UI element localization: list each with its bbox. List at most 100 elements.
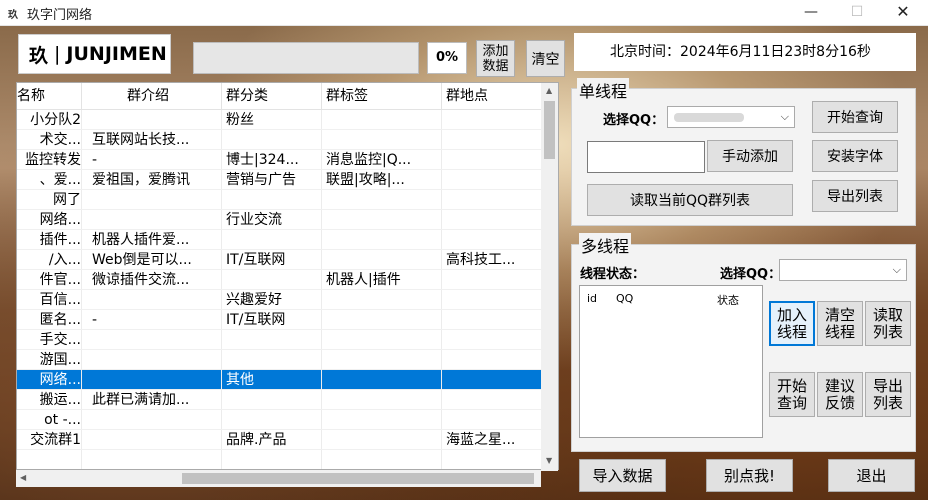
table-row[interactable]: 搬运... 此群已满请加... bbox=[17, 390, 558, 410]
table-cell bbox=[322, 450, 442, 469]
table-row[interactable]: 网络... 其他 bbox=[17, 370, 558, 390]
table-row[interactable]: 手交... bbox=[17, 330, 558, 350]
add-data-button[interactable]: 添加 数据 bbox=[476, 40, 515, 77]
manual-add-button[interactable]: 手动添加 bbox=[707, 140, 793, 172]
table-cell bbox=[322, 290, 442, 309]
table-row[interactable]: 网络... 行业交流 bbox=[17, 210, 558, 230]
feedback-button[interactable]: 建议 反馈 bbox=[817, 372, 863, 417]
table-row[interactable]: 小分队2 粉丝 bbox=[17, 110, 558, 130]
table-cell: IT/互联网 bbox=[222, 250, 322, 269]
table-cell: 插件... bbox=[17, 230, 82, 249]
table-cell bbox=[222, 350, 322, 369]
table-cell bbox=[322, 250, 442, 269]
table-cell bbox=[322, 370, 442, 389]
table-cell: 机器人插件爱... bbox=[82, 230, 222, 249]
import-data-button[interactable]: 导入数据 bbox=[579, 459, 666, 492]
single-qq-select[interactable]: ⌵ bbox=[667, 106, 795, 128]
table-cell: 互联网站长技... bbox=[82, 130, 222, 149]
scroll-up-icon[interactable]: ▲ bbox=[546, 86, 552, 95]
table-cell: 网络... bbox=[17, 210, 82, 229]
table-cell: 小分队2 bbox=[17, 110, 82, 129]
table-cell bbox=[442, 210, 542, 229]
thread-list[interactable]: id QQ 状态 bbox=[579, 285, 763, 438]
add-thread-button[interactable]: 加入 线程 bbox=[769, 301, 815, 346]
export-list-button[interactable]: 导出列表 bbox=[812, 180, 898, 212]
multi-export-list-button[interactable]: 导出 列表 bbox=[865, 372, 911, 417]
table-row[interactable]: 匿名... - IT/互联网 bbox=[17, 310, 558, 330]
table-cell bbox=[322, 430, 442, 449]
table-cell bbox=[442, 170, 542, 189]
horizontal-scrollbar[interactable]: ◀ bbox=[16, 470, 541, 487]
table-cell bbox=[222, 330, 322, 349]
table-cell: /入... bbox=[17, 250, 82, 269]
table-cell bbox=[322, 330, 442, 349]
scroll-left-icon[interactable]: ◀ bbox=[20, 473, 26, 482]
logo-text: JUNJIMEN bbox=[66, 43, 167, 65]
table-cell: 此群已满请加... bbox=[82, 390, 222, 409]
table-row[interactable]: 监控转发 - 博士|324... 消息监控|Q... bbox=[17, 150, 558, 170]
dont-click-me-button[interactable]: 别点我! bbox=[706, 459, 793, 492]
multi-start-query-button[interactable]: 开始 查询 bbox=[769, 372, 815, 417]
table-cell bbox=[82, 210, 222, 229]
table-cell bbox=[442, 390, 542, 409]
table-row[interactable]: 游国... bbox=[17, 350, 558, 370]
table-row[interactable]: ot -... bbox=[17, 410, 558, 430]
column-header-intro[interactable]: 群介绍 bbox=[82, 83, 222, 109]
table-row[interactable]: 件官... 微谅插件交流... 机器人|插件 bbox=[17, 270, 558, 290]
install-font-button[interactable]: 安装字体 bbox=[812, 140, 898, 172]
read-list-button[interactable]: 读取 列表 bbox=[865, 301, 911, 346]
table-body: 小分队2 粉丝 术交... 互联网站长技... 监控转发 - 博士|324... 消息监控|Q… bbox=[17, 110, 558, 469]
start-query-button[interactable]: 开始查询 bbox=[812, 101, 898, 133]
manual-add-input[interactable] bbox=[587, 141, 705, 173]
column-header-name[interactable]: 名称 bbox=[17, 83, 82, 109]
multi-qq-select[interactable]: ⌵ bbox=[779, 259, 907, 281]
table-cell: 搬运... bbox=[17, 390, 82, 409]
column-header-location[interactable]: 群地点 bbox=[442, 83, 542, 109]
table-cell bbox=[17, 450, 82, 469]
table-cell: 高科技工... bbox=[442, 250, 542, 269]
maximize-icon[interactable]: ☐ bbox=[834, 0, 880, 26]
table-row[interactable]: 交流群1 品牌.产品 海蓝之星... bbox=[17, 430, 558, 450]
exit-button[interactable]: 退出 bbox=[828, 459, 915, 492]
vertical-scroll-thumb[interactable] bbox=[544, 101, 555, 159]
horizontal-scroll-thumb[interactable] bbox=[182, 473, 534, 484]
thread-status-label: 线程状态： bbox=[580, 267, 646, 282]
table-row[interactable]: 插件... 机器人插件爱... bbox=[17, 230, 558, 250]
table-cell bbox=[442, 270, 542, 289]
table-cell: 营销与广告 bbox=[222, 170, 322, 189]
thread-list-header-qq: QQ bbox=[616, 292, 634, 305]
table-row[interactable] bbox=[17, 450, 558, 469]
table-cell bbox=[322, 350, 442, 369]
clear-button[interactable]: 清空 bbox=[526, 40, 565, 77]
table-cell bbox=[442, 370, 542, 389]
table-cell: 手交... bbox=[17, 330, 82, 349]
table-cell: - bbox=[82, 150, 222, 169]
table-row[interactable]: 术交... 互联网站长技... bbox=[17, 130, 558, 150]
column-header-category[interactable]: 群分类 bbox=[222, 83, 322, 109]
table-cell bbox=[442, 290, 542, 309]
table-row[interactable]: 百信... 兴趣爱好 bbox=[17, 290, 558, 310]
clear-threads-button[interactable]: 清空 线程 bbox=[817, 301, 863, 346]
table-cell: IT/互联网 bbox=[222, 310, 322, 329]
minimize-icon[interactable]: — bbox=[788, 0, 834, 26]
table-row[interactable]: /入... Web倒是可以... IT/互联网 高科技工... bbox=[17, 250, 558, 270]
multi-thread-title: 多线程 bbox=[579, 233, 632, 257]
vertical-scrollbar[interactable]: ▲ ▼ bbox=[541, 83, 558, 471]
table-cell bbox=[442, 330, 542, 349]
column-header-tags[interactable]: 群标签 bbox=[322, 83, 442, 109]
close-icon[interactable]: ✕ bbox=[880, 0, 926, 26]
table-cell: 其他 bbox=[222, 370, 322, 389]
table-cell: 品牌.产品 bbox=[222, 430, 322, 449]
table-cell: 爱祖国，爱腾讯 bbox=[82, 170, 222, 189]
table-row[interactable]: 网了 bbox=[17, 190, 558, 210]
table-cell: 联盟|攻略|... bbox=[322, 170, 442, 189]
table-row[interactable]: 、爱... 爱祖国，爱腾讯 营销与广告 联盟|攻略|... bbox=[17, 170, 558, 190]
scroll-down-icon[interactable]: ▼ bbox=[546, 456, 552, 465]
group-table[interactable]: 名称 群介绍 群分类 群标签 群地点 小分队2 粉丝 术交... 互联网站长技... 监… bbox=[16, 82, 559, 470]
table-cell bbox=[442, 150, 542, 169]
table-cell: Web倒是可以... bbox=[82, 250, 222, 269]
table-cell bbox=[322, 390, 442, 409]
table-cell bbox=[222, 390, 322, 409]
beijing-time: 北京时间：2024年6月11日23时8分16秒 bbox=[574, 33, 916, 71]
read-qq-groups-button[interactable]: 读取当前QQ群列表 bbox=[587, 184, 793, 216]
